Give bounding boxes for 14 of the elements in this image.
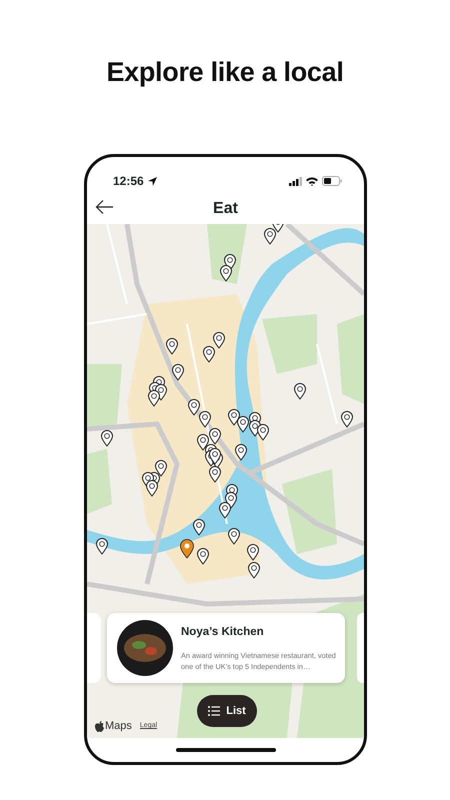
location-arrow-icon bbox=[148, 176, 157, 186]
status-time: 12:56 bbox=[113, 173, 144, 190]
place-name: Noya’s Kitchen bbox=[181, 625, 265, 640]
back-arrow-icon[interactable] bbox=[95, 199, 114, 216]
list-button[interactable]: List bbox=[197, 695, 257, 728]
maps-attribution: Maps bbox=[105, 719, 132, 734]
battery-icon bbox=[322, 176, 342, 186]
list-icon bbox=[208, 706, 220, 716]
screen-title: Eat bbox=[213, 198, 238, 219]
home-indicator[interactable] bbox=[176, 748, 276, 752]
wifi-icon bbox=[306, 176, 318, 186]
logo-icon bbox=[95, 721, 104, 732]
signal-icon bbox=[289, 176, 302, 186]
headline: Explore like a local bbox=[105, 56, 345, 88]
